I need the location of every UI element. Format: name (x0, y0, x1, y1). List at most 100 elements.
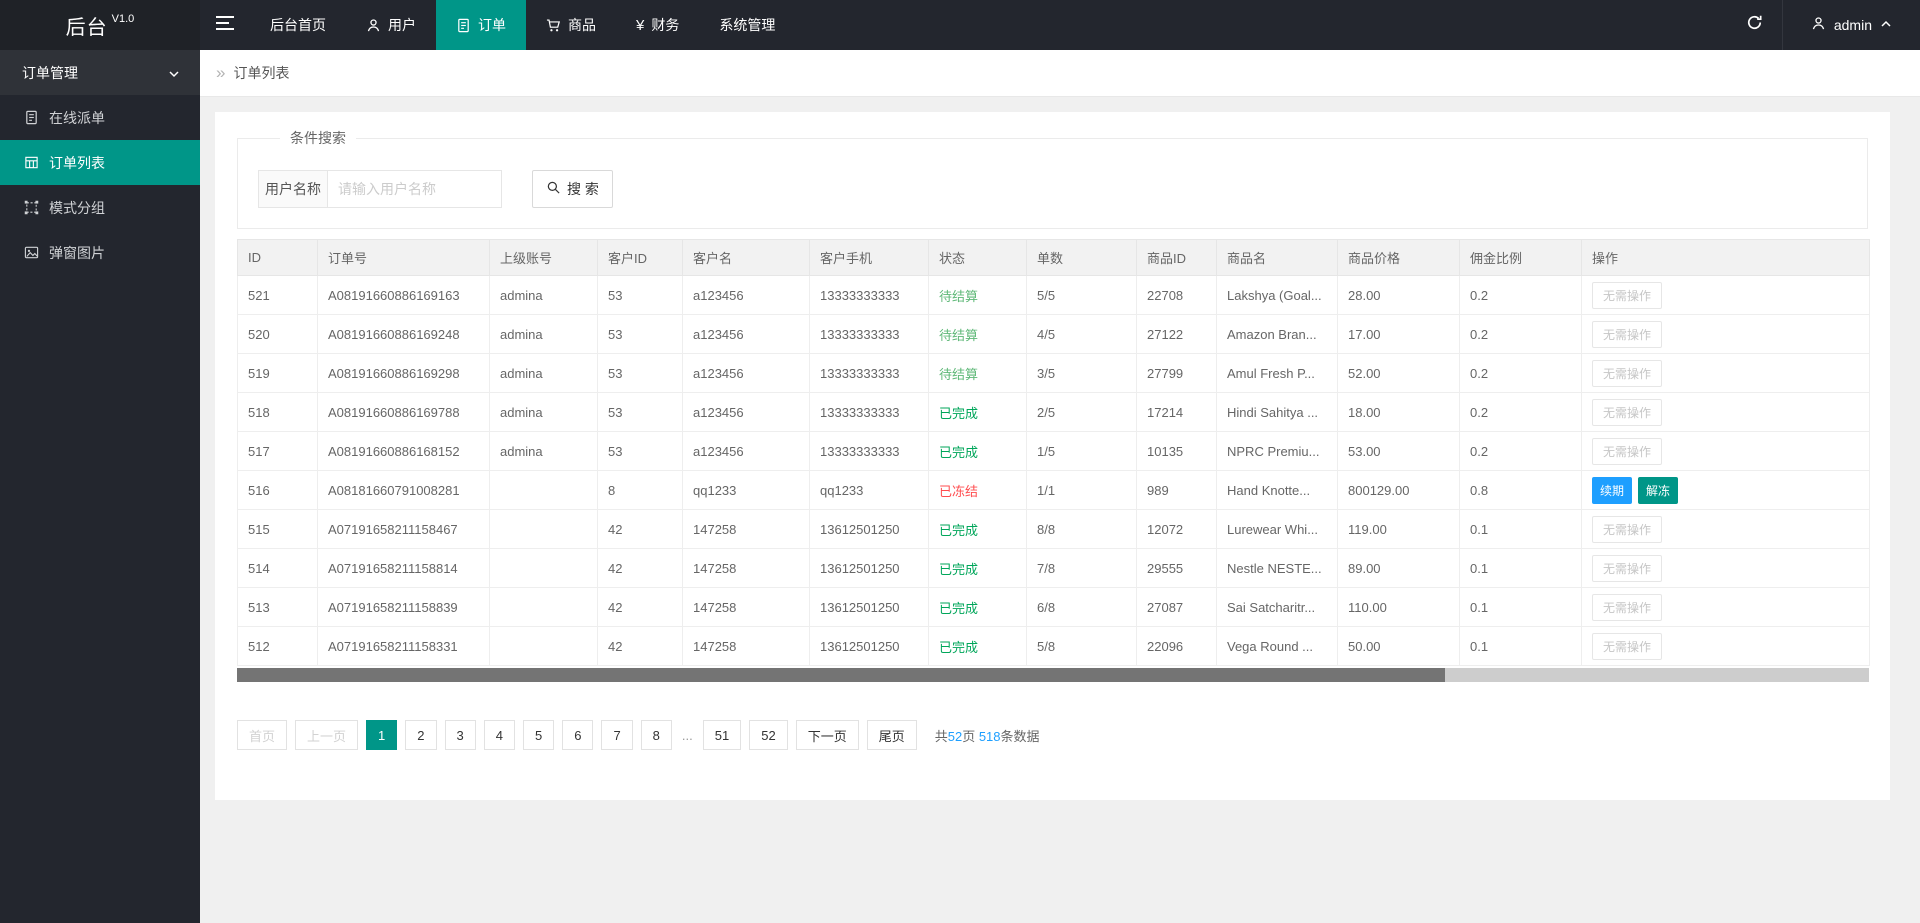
column-header: 商品ID (1137, 240, 1217, 276)
navbar-right: admin (1728, 0, 1920, 50)
cell-status: 待结算 (929, 354, 1027, 393)
page-button-3[interactable]: 3 (445, 720, 476, 750)
username-input[interactable] (327, 170, 502, 208)
status-badge: 已完成 (939, 445, 978, 460)
nav-item-label: 用户 (388, 15, 416, 35)
horizontal-scrollbar-track[interactable] (237, 668, 1869, 682)
cell-id: 517 (238, 432, 318, 471)
cell-customer-id: 42 (598, 510, 683, 549)
refresh-icon (1746, 14, 1763, 36)
cell-product: Lurewear Whi... (1217, 510, 1338, 549)
cell-customer: a123456 (683, 315, 810, 354)
nav-item-finance[interactable]: ¥财务 (616, 0, 699, 50)
pagination: 首页上一页12345678...5152下一页尾页共52页 518条数据 (237, 720, 1868, 750)
column-header: 单数 (1027, 240, 1137, 276)
horizontal-scrollbar-thumb[interactable] (237, 668, 1445, 682)
cell-order-no: A08191660886169163 (318, 276, 490, 315)
page-button-52[interactable]: 52 (749, 720, 787, 750)
table-row: 520A08191660886169248admina53a1234561333… (238, 315, 1870, 354)
sidebar-section-orders[interactable]: 订单管理 (0, 50, 200, 95)
page-button-7[interactable]: 7 (601, 720, 632, 750)
cell-product: Amul Fresh P... (1217, 354, 1338, 393)
sidebar-item-label: 订单列表 (49, 153, 105, 173)
breadcrumb-icon: » (216, 63, 225, 83)
cell-count: 5/8 (1027, 627, 1137, 666)
cell-ratio: 0.8 (1460, 471, 1582, 510)
page-button-51[interactable]: 51 (703, 720, 741, 750)
refresh-button[interactable] (1728, 0, 1783, 50)
cell-id: 512 (238, 627, 318, 666)
online-dispatch-icon (24, 110, 39, 125)
nav-item-goods[interactable]: 商品 (526, 0, 616, 50)
sidebar-item-label: 弹窗图片 (49, 243, 105, 263)
nav-item-orders[interactable]: 订单 (436, 0, 526, 50)
nav-item-label: 订单 (478, 15, 506, 35)
summary-text: 共 (935, 729, 948, 744)
cell-actions: 无需操作 (1582, 588, 1870, 627)
page-button-首页[interactable]: 首页 (237, 720, 287, 750)
no-action-button: 无需操作 (1592, 594, 1662, 621)
user-dropdown[interactable]: admin (1783, 0, 1920, 50)
sidebar-item-online-dispatch[interactable]: 在线派单 (0, 95, 200, 140)
cell-customer: 147258 (683, 588, 810, 627)
page-button-1[interactable]: 1 (366, 720, 397, 750)
page-button-6[interactable]: 6 (562, 720, 593, 750)
cell-phone: 13612501250 (810, 510, 929, 549)
popup-image-icon (24, 245, 39, 260)
sidebar-item-mode-group[interactable]: 模式分组 (0, 185, 200, 230)
username-field-label: 用户名称 (258, 170, 327, 208)
username: admin (1834, 17, 1872, 33)
nav-item-label: 后台首页 (270, 15, 326, 35)
cell-price: 28.00 (1338, 276, 1460, 315)
cell-parent: admina (490, 315, 598, 354)
menu-collapse-button[interactable] (200, 0, 250, 50)
cell-phone: 13333333333 (810, 393, 929, 432)
cell-id: 519 (238, 354, 318, 393)
cell-status: 已完成 (929, 393, 1027, 432)
nav-item-home[interactable]: 后台首页 (250, 0, 346, 50)
page-button-4[interactable]: 4 (484, 720, 515, 750)
nav-item-system[interactable]: 系统管理 (699, 0, 795, 50)
cell-customer: a123456 (683, 393, 810, 432)
page-button-5[interactable]: 5 (523, 720, 554, 750)
cell-count: 1/5 (1027, 432, 1137, 471)
no-action-button: 无需操作 (1592, 399, 1662, 426)
search-row: 用户名称 搜 索 (258, 170, 1867, 208)
cell-actions: 无需操作 (1582, 549, 1870, 588)
app-logo: 后台 V1.0 (0, 0, 200, 50)
status-badge: 待结算 (939, 289, 978, 304)
cell-count: 1/1 (1027, 471, 1137, 510)
column-header: 客户ID (598, 240, 683, 276)
cell-ratio: 0.2 (1460, 432, 1582, 471)
summary-text: 条数据 (1001, 729, 1040, 744)
unfreeze-button[interactable]: 解冻 (1638, 477, 1678, 504)
status-badge: 已完成 (939, 406, 978, 421)
cell-customer: 147258 (683, 549, 810, 588)
cell-phone: 13612501250 (810, 549, 929, 588)
page-button-8[interactable]: 8 (641, 720, 672, 750)
cell-phone: 13333333333 (810, 354, 929, 393)
renew-button[interactable]: 续期 (1592, 477, 1632, 504)
sidebar-item-order-list[interactable]: 订单列表 (0, 140, 200, 185)
column-header: 状态 (929, 240, 1027, 276)
chevron-up-icon (1880, 17, 1892, 33)
status-badge: 已完成 (939, 562, 978, 577)
cell-order-no: A07191658211158331 (318, 627, 490, 666)
cell-price: 50.00 (1338, 627, 1460, 666)
page-button-上一页[interactable]: 上一页 (295, 720, 358, 750)
column-header: 客户名 (683, 240, 810, 276)
nav-item-label: 财务 (651, 15, 679, 35)
page-button-下一页[interactable]: 下一页 (796, 720, 859, 750)
cell-product: NPRC Premiu... (1217, 432, 1338, 471)
search-button[interactable]: 搜 索 (532, 170, 613, 208)
page-button-尾页[interactable]: 尾页 (867, 720, 917, 750)
cell-ratio: 0.2 (1460, 393, 1582, 432)
pagination-summary: 共52页 518条数据 (935, 726, 1040, 745)
sidebar-item-popup-image[interactable]: 弹窗图片 (0, 230, 200, 275)
cell-parent (490, 471, 598, 510)
nav-item-users[interactable]: 用户 (346, 0, 436, 50)
search-icon (546, 180, 561, 198)
page-button-2[interactable]: 2 (405, 720, 436, 750)
cart-icon (546, 18, 561, 33)
cell-product-id: 10135 (1137, 432, 1217, 471)
